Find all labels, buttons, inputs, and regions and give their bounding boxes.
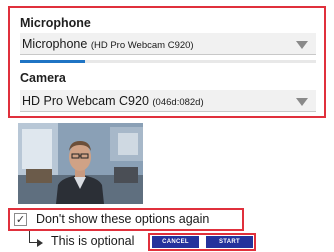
chevron-down-icon [296,41,308,49]
start-button[interactable]: START [206,236,253,248]
webcam-feed-image [18,123,143,204]
microphone-select[interactable]: Microphone (HD Pro Webcam C920) [20,33,316,55]
chevron-down-icon [296,98,308,106]
cancel-button[interactable]: CANCEL [152,236,199,248]
camera-select[interactable]: HD Pro Webcam C920 (046d:082d) [20,90,316,112]
action-buttons-group: CANCEL START [148,233,256,251]
camera-video-preview [18,123,143,204]
dont-show-checkbox[interactable]: ✓ [14,213,27,226]
optional-note: This is optional [51,234,135,248]
camera-select-value: HD Pro Webcam C920 [22,94,149,108]
arrow-right-icon [37,239,43,247]
connector-line [29,231,37,243]
microphone-label: Microphone [20,16,91,30]
microphone-level-meter [20,60,316,63]
camera-select-detail: (046d:082d) [152,97,204,108]
microphone-select-value: Microphone [22,37,88,51]
device-settings-panel: Microphone Microphone (HD Pro Webcam C92… [8,6,326,118]
dont-show-label: Don't show these options again [36,212,210,226]
dont-show-again-option[interactable]: ✓ Don't show these options again [8,208,244,231]
microphone-level-fill [20,60,86,63]
microphone-select-detail: (HD Pro Webcam C920) [90,40,194,51]
camera-label: Camera [20,71,66,85]
